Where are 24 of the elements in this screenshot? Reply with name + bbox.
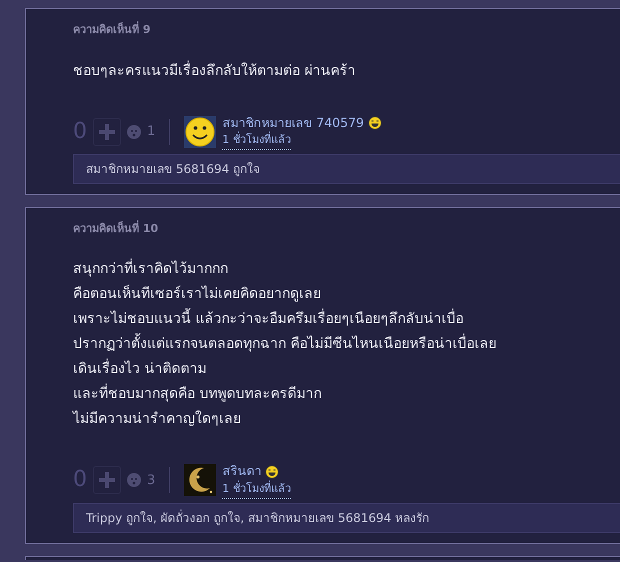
- comment-number: ความคิดเห็นที่ 10: [73, 220, 160, 237]
- emotion-icon: [127, 473, 141, 488]
- laughing-face-icon: [265, 464, 280, 479]
- author-link[interactable]: สรินดา: [222, 462, 262, 481]
- comment-number: ความคิดเห็นที่ 9: [73, 22, 152, 38]
- comment-text: สนุกกว่าที่เราคิดไว้มากกก คือตอนเห็นทีเซอร์เราไม่เคยคิดอยากดูเลย เพราะไม่ชอบแนวนี้ แล้วกะว่าจะอืมครึมเรื่อยๆเนือยๆลึกลับน่าเบื่อ ปรากฏว่าตั้งแต่แรกจนตลอดทุกฉาก คือไม่มีซีนไหนเนือยหรือน่าเบื่อเลย เดินเรื่องไว น่าติดตาม และที่ชอบมากสุดคือ บทพูดบทละครดีมาก ไม่มีความน่ารำคาญใดๆเลย: [73, 257, 620, 432]
- emotion-count: 1: [147, 122, 156, 141]
- avatar-moon-icon: [184, 464, 216, 496]
- reactions-bar: สมาชิกหมายเลข 5681694 ถูกใจ: [73, 154, 620, 184]
- timestamp-link[interactable]: 1 ชั่วโมงที่แล้ว: [222, 481, 291, 498]
- vote-count: 0: [73, 469, 87, 492]
- plus-icon: [99, 472, 115, 488]
- vote-count: 0: [73, 120, 87, 143]
- avatar-smiley-icon: [184, 116, 216, 148]
- reactions-bar: Trippy ถูกใจ, ผัดถั่วงอก ถูกใจ, สมาชิกหมายเลข 5681694 หลงรัก: [73, 502, 620, 532]
- laughing-face-icon: [368, 116, 382, 130]
- plus-icon: [99, 124, 115, 140]
- plus-button[interactable]: [93, 466, 121, 494]
- comment-text: ชอบๆละครแนวมีเรื่องลึกลับให้ตามต่อ ผ่านคร้า: [73, 60, 356, 80]
- emotion-icon: [127, 124, 141, 139]
- timestamp-link[interactable]: 1 ชั่วโมงที่แล้ว: [222, 132, 291, 150]
- plus-button[interactable]: [93, 118, 121, 146]
- emotion-count: 3: [147, 472, 156, 490]
- author-link[interactable]: สมาชิกหมายเลข 740579: [222, 114, 364, 132]
